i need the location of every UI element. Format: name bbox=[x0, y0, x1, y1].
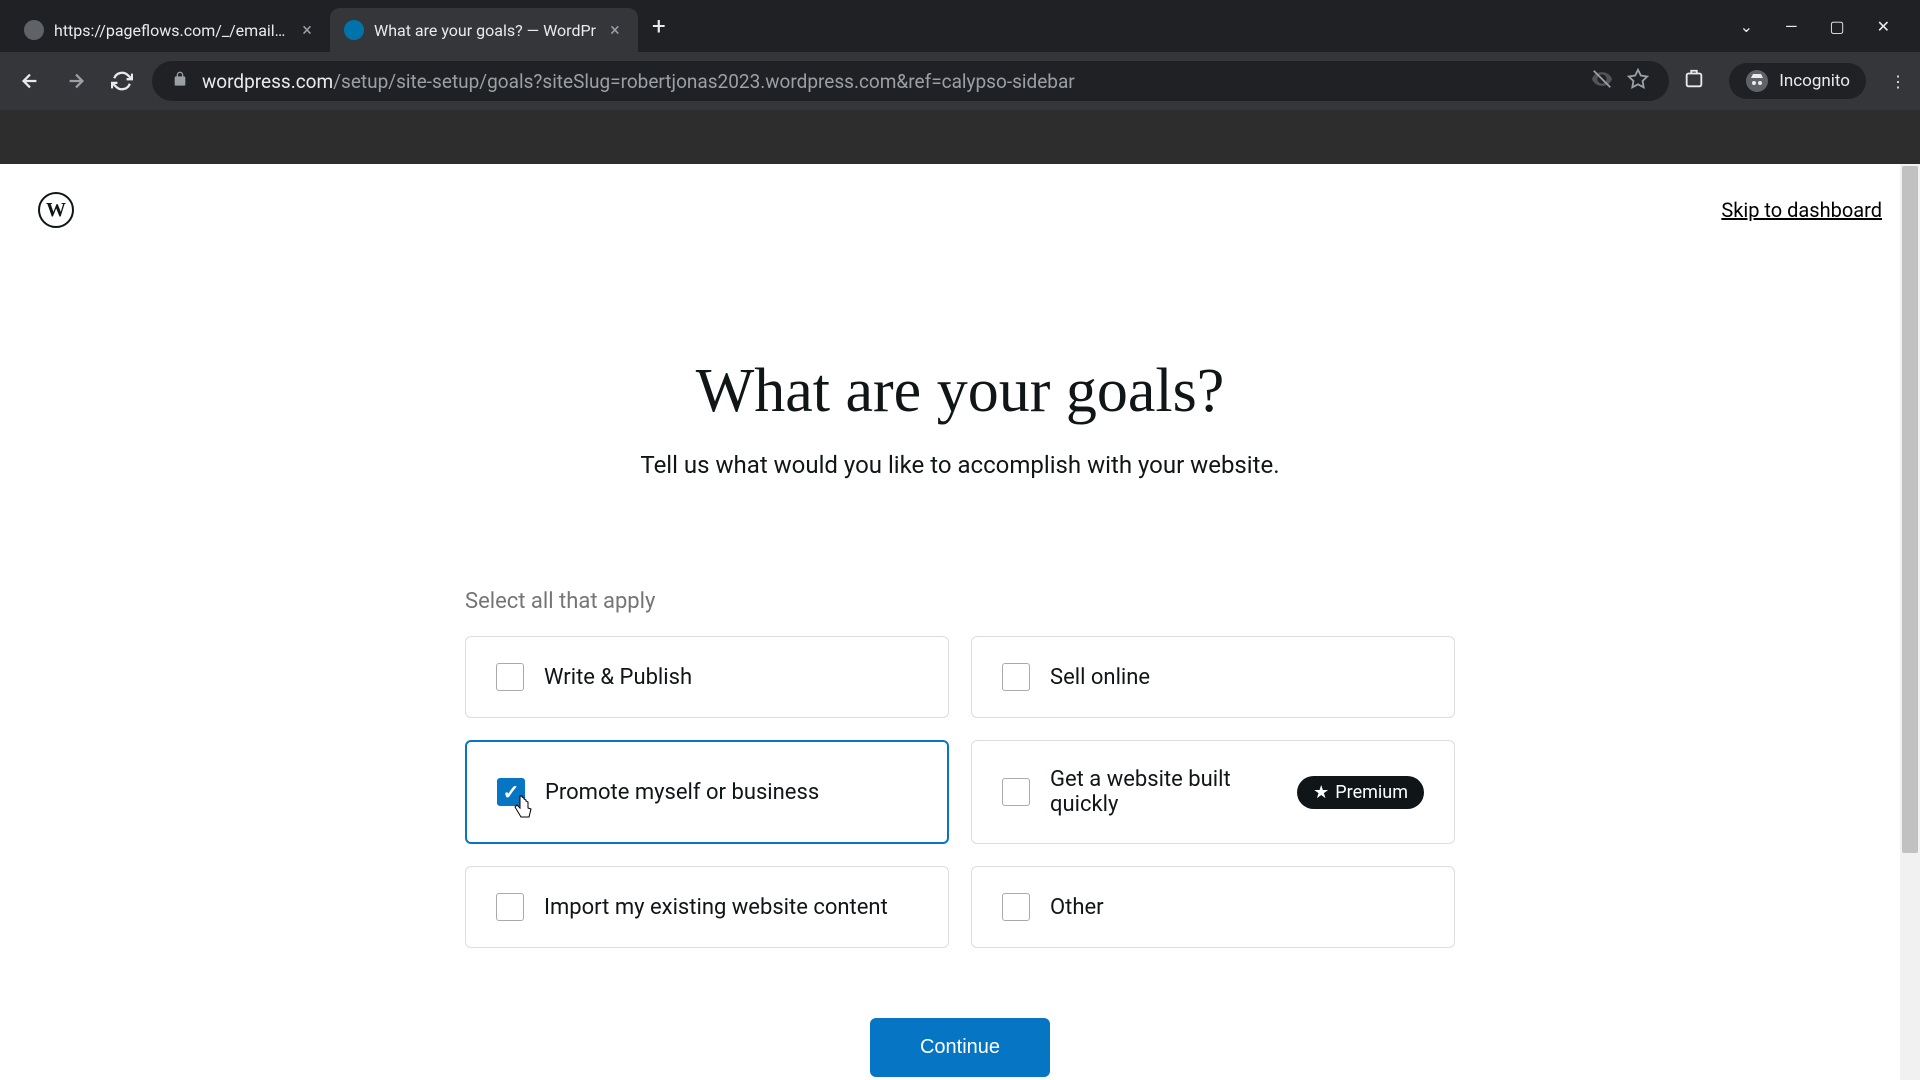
scrollbar[interactable] bbox=[1900, 164, 1920, 1080]
content: What are your goals? Tell us what would … bbox=[240, 356, 1680, 1077]
address-bar: wordpress.com/setup/site-setup/goals?sit… bbox=[0, 52, 1920, 110]
browser-tab[interactable]: What are your goals? — WordPr × bbox=[330, 8, 638, 52]
options-container: Select all that apply Write & Publish Se… bbox=[300, 589, 1620, 1077]
lock-icon bbox=[172, 71, 188, 91]
new-tab-button[interactable]: + bbox=[638, 12, 680, 40]
checkbox[interactable] bbox=[496, 663, 524, 691]
scrollbar-thumb[interactable] bbox=[1902, 166, 1918, 853]
toolbar-icons: Incognito ⋮ bbox=[1683, 63, 1906, 99]
option-label: Other bbox=[1050, 895, 1424, 920]
select-hint: Select all that apply bbox=[465, 589, 1455, 614]
skip-to-dashboard-link[interactable]: Skip to dashboard bbox=[1721, 198, 1882, 222]
page-subtitle: Tell us what would you like to accomplis… bbox=[300, 451, 1620, 479]
checkbox[interactable] bbox=[497, 778, 525, 806]
option-label: Sell online bbox=[1050, 665, 1424, 690]
url-text: wordpress.com/setup/site-setup/goals?sit… bbox=[202, 70, 1577, 93]
checkbox[interactable] bbox=[1002, 778, 1030, 806]
tab-title: What are your goals? — WordPr bbox=[374, 21, 596, 40]
reload-button[interactable] bbox=[106, 65, 138, 97]
url-bar[interactable]: wordpress.com/setup/site-setup/goals?sit… bbox=[152, 61, 1669, 101]
page-body: Skip to dashboard What are your goals? T… bbox=[0, 164, 1920, 1080]
checkbox[interactable] bbox=[1002, 663, 1030, 691]
globe-icon bbox=[24, 20, 44, 40]
tabs-row: https://pageflows.com/_/emails/ × What a… bbox=[10, 0, 1720, 52]
tracking-protection-icon[interactable] bbox=[1591, 68, 1613, 94]
goal-option-other[interactable]: Other bbox=[971, 866, 1455, 948]
incognito-badge[interactable]: Incognito bbox=[1729, 63, 1866, 99]
wordpress-logo[interactable] bbox=[38, 192, 74, 228]
goal-option-promote[interactable]: Promote myself or business bbox=[465, 740, 949, 844]
minimize-button[interactable]: — bbox=[1785, 17, 1798, 36]
close-icon[interactable]: × bbox=[298, 21, 316, 39]
page-title: What are your goals? bbox=[300, 356, 1620, 427]
premium-badge: ★ Premium bbox=[1297, 776, 1424, 809]
back-button[interactable] bbox=[14, 65, 46, 97]
close-window-button[interactable]: ✕ bbox=[1877, 17, 1890, 36]
close-icon[interactable]: × bbox=[606, 21, 624, 39]
chevron-down-icon[interactable]: ⌄ bbox=[1740, 17, 1753, 36]
page-top-band bbox=[0, 110, 1920, 164]
wordpress-icon bbox=[344, 20, 364, 40]
options-grid: Write & Publish Sell online Promote myse… bbox=[465, 636, 1455, 948]
maximize-button[interactable]: ▢ bbox=[1829, 17, 1844, 36]
option-label: Promote myself or business bbox=[545, 780, 917, 805]
bookmark-icon[interactable] bbox=[1627, 68, 1649, 94]
page-header: Skip to dashboard bbox=[0, 164, 1920, 256]
option-label: Write & Publish bbox=[544, 665, 918, 690]
option-label: Get a website built quickly bbox=[1050, 767, 1277, 817]
star-icon: ★ bbox=[1313, 782, 1329, 803]
goal-option-import[interactable]: Import my existing website content bbox=[465, 866, 949, 948]
goal-option-built-quickly[interactable]: Get a website built quickly ★ Premium bbox=[971, 740, 1455, 844]
forward-button[interactable] bbox=[60, 65, 92, 97]
browser-tab[interactable]: https://pageflows.com/_/emails/ × bbox=[10, 8, 330, 52]
checkbox[interactable] bbox=[1002, 893, 1030, 921]
extensions-icon[interactable] bbox=[1683, 68, 1705, 94]
window-controls: ⌄ — ▢ ✕ bbox=[1720, 17, 1910, 36]
kebab-menu-icon[interactable]: ⋮ bbox=[1890, 72, 1906, 91]
goal-option-sell-online[interactable]: Sell online bbox=[971, 636, 1455, 718]
incognito-icon bbox=[1745, 69, 1769, 93]
option-label: Import my existing website content bbox=[544, 895, 918, 920]
tab-title: https://pageflows.com/_/emails/ bbox=[54, 21, 288, 40]
goal-option-write-publish[interactable]: Write & Publish bbox=[465, 636, 949, 718]
continue-button[interactable]: Continue bbox=[870, 1018, 1050, 1077]
browser-tab-strip: https://pageflows.com/_/emails/ × What a… bbox=[0, 0, 1920, 52]
checkbox[interactable] bbox=[496, 893, 524, 921]
